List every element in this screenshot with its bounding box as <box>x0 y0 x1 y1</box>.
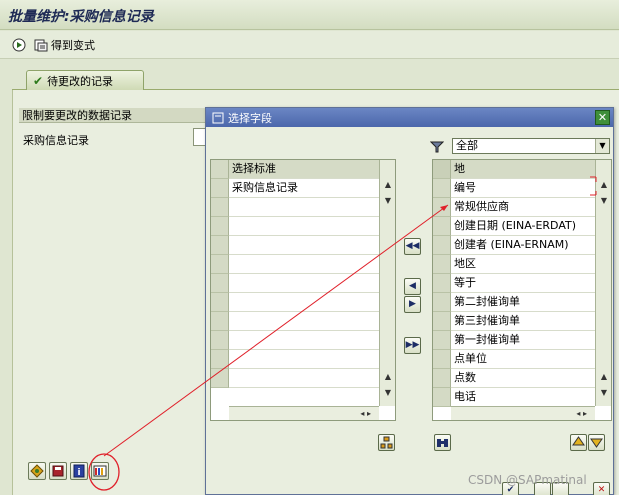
annotation-arrow <box>103 204 449 457</box>
annotation-overlay <box>88 176 597 491</box>
watermark: CSDN @SAPmatinal <box>468 473 587 487</box>
highlight-circle <box>88 453 120 491</box>
